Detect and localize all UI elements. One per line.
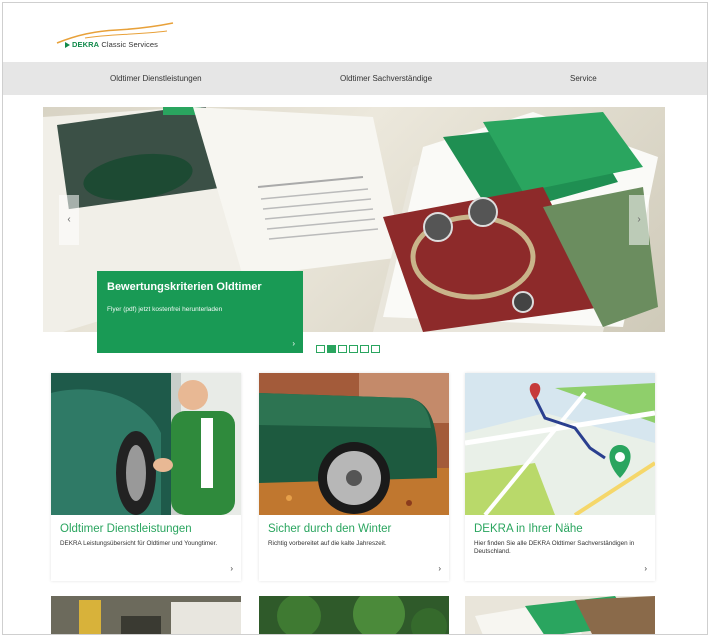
browser-page: DEKRA Classic Services Oldtimer Dienstle…: [2, 2, 708, 635]
card-title: Sicher durch den Winter: [268, 523, 392, 535]
chevron-right-icon: ›: [230, 564, 233, 573]
hero-caption-title: Bewertungskriterien Oldtimer: [107, 281, 262, 293]
card-title: Oldtimer Dienstleistungen: [60, 523, 192, 535]
logo-swoosh-icon: [56, 22, 174, 44]
card-oldtimer-dienstleistungen[interactable]: Oldtimer Dienstleistungen DEKRA Leistung…: [51, 373, 241, 581]
main-navigation: Oldtimer Dienstleistungen Oldtimer Sachv…: [3, 62, 707, 95]
card-dekra-in-ihrer-naehe[interactable]: DEKRA in Ihrer Nähe Hier finden Sie alle…: [465, 373, 655, 581]
slider-dot-6[interactable]: [371, 345, 380, 353]
chevron-right-icon: ›: [644, 564, 647, 573]
dekra-triangle-icon: [65, 42, 70, 49]
card-image-classic-car: [259, 373, 449, 515]
slider-pagination: [316, 345, 382, 354]
nav-item-service[interactable]: Service: [570, 62, 597, 95]
slider-dot-1[interactable]: [316, 345, 325, 353]
slider-dot-5[interactable]: [360, 345, 369, 353]
card-text: Hier finden Sie alle DEKRA Oldtimer Sach…: [474, 540, 635, 555]
dekra-logo[interactable]: DEKRA Classic Services: [55, 21, 185, 55]
card-text: Richtig vorbereitet auf die kalte Jahres…: [268, 540, 387, 547]
card-image-flyer: [465, 596, 655, 634]
chevron-left-icon: ‹: [67, 214, 71, 225]
logo-brand: DEKRA: [72, 40, 100, 49]
slider-dot-2[interactable]: [327, 345, 336, 353]
card-row2-1[interactable]: [51, 596, 241, 634]
card-title: DEKRA in Ihrer Nähe: [474, 523, 583, 535]
slider-dot-3[interactable]: [338, 345, 347, 353]
logo-wordmark: DEKRA Classic Services: [65, 40, 158, 49]
card-sicher-durch-den-winter[interactable]: Sicher durch den Winter Richtig vorberei…: [259, 373, 449, 581]
chevron-right-icon: ›: [637, 214, 641, 225]
chevron-right-icon: ›: [292, 339, 295, 348]
card-row2-3[interactable]: [465, 596, 655, 634]
logo-brand-suffix: Classic Services: [99, 40, 158, 49]
slider-prev-button[interactable]: ‹: [59, 195, 79, 245]
hero-caption[interactable]: Bewertungskriterien Oldtimer Flyer (pdf)…: [97, 271, 303, 353]
nav-item-sachverstaendige[interactable]: Oldtimer Sachverständige: [340, 62, 432, 95]
card-image-greenery: [259, 596, 449, 634]
card-image-map: [465, 373, 655, 515]
card-image-workshop: [51, 596, 241, 634]
slider-next-button[interactable]: ›: [629, 195, 649, 245]
nav-item-dienstleistungen[interactable]: Oldtimer Dienstleistungen: [110, 62, 202, 95]
card-row2-2[interactable]: [259, 596, 449, 634]
hero-caption-subtitle: Flyer (pdf) jetzt kostenfrei herunterlad…: [107, 306, 223, 313]
card-image-mechanic: [51, 373, 241, 515]
slider-dot-4[interactable]: [349, 345, 358, 353]
card-text: DEKRA Leistungsübersicht für Oldtimer un…: [60, 540, 218, 547]
chevron-right-icon: ›: [438, 564, 441, 573]
